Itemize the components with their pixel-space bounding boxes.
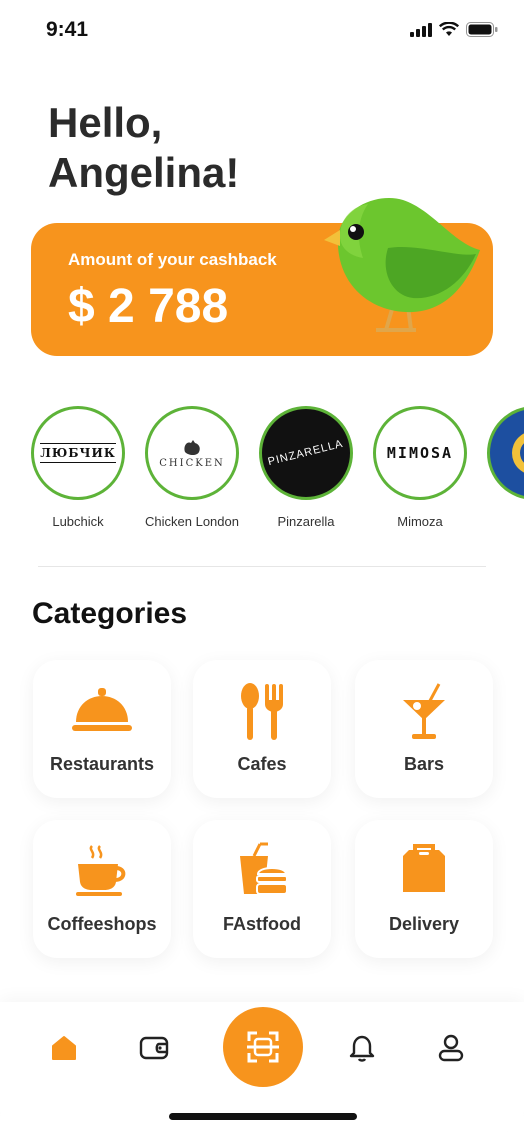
- restaurant-logo: PINZARELLA: [259, 406, 353, 500]
- chicken-icon: [184, 439, 200, 455]
- signal-icon: [410, 22, 432, 37]
- coffee-cup-icon: [76, 845, 126, 896]
- restaurant-item[interactable]: ЛЮБЧИК Lubchick: [30, 406, 135, 529]
- nav-wallet[interactable]: [134, 1028, 174, 1068]
- restaurant-name: Lubchick: [52, 514, 104, 529]
- spoon-fork-icon: [241, 683, 283, 740]
- bag-icon: [403, 844, 445, 892]
- sun-logo-icon: [512, 433, 524, 473]
- category-label: Cafes: [237, 754, 287, 774]
- restaurant-name: H: [477, 514, 524, 529]
- restaurant-item[interactable]: PINZARELLA Pinzarella: [249, 406, 363, 529]
- scan-icon: [247, 1031, 279, 1063]
- greeting-name: Angelina!: [48, 149, 240, 196]
- restaurant-name: Pinzarella: [277, 514, 335, 529]
- category-restaurants[interactable]: Restaurants: [33, 660, 171, 798]
- wifi-icon: [439, 22, 459, 36]
- restaurant-logo: ЛЮБЧИК: [31, 406, 125, 500]
- category-label: FAstfood: [223, 914, 301, 934]
- status-time: 9:41: [46, 18, 89, 41]
- logo-text: CHICKEN: [159, 457, 225, 469]
- home-indicator: [169, 1113, 357, 1120]
- logo-text: ЛЮБЧИК: [40, 443, 116, 463]
- restaurant-logo: MIMOSA: [373, 406, 467, 500]
- greeting: Hello, Angelina!: [48, 98, 239, 198]
- logo-text: MIMOSA: [386, 444, 454, 462]
- battery-icon: [466, 22, 498, 37]
- restaurant-item[interactable]: MIMOSA Mimoza: [363, 406, 477, 529]
- bell-icon: [349, 1035, 375, 1062]
- scan-button[interactable]: [223, 1007, 303, 1087]
- restaurant-item[interactable]: CHICKEN Chicken London: [135, 406, 249, 529]
- greeting-line1: Hello,: [48, 99, 163, 146]
- categories-title: Categories: [32, 597, 188, 630]
- cashback-amount: $ 2 788: [68, 280, 229, 333]
- restaurant-logo: CHICKEN: [145, 406, 239, 500]
- category-label: Delivery: [388, 914, 460, 934]
- restaurant-item[interactable]: H: [477, 406, 524, 529]
- cloche-icon: [72, 688, 132, 731]
- profile-icon: [438, 1034, 464, 1062]
- category-coffeeshops[interactable]: Coffeeshops: [33, 820, 171, 958]
- home-icon: [52, 1036, 76, 1060]
- restaurant-carousel[interactable]: ЛЮБЧИК Lubchick CHICKEN Chicken London P…: [30, 406, 524, 536]
- cashback-label: Amount of your cashback: [68, 250, 277, 269]
- wallet-icon: [139, 1036, 169, 1060]
- status-icons: [410, 22, 498, 37]
- restaurant-name: Mimoza: [397, 514, 443, 529]
- bird-mascot-icon: [324, 197, 480, 332]
- category-cafes[interactable]: Cafes: [193, 660, 331, 798]
- cocktail-icon: [403, 683, 445, 739]
- category-delivery[interactable]: Delivery: [355, 820, 493, 958]
- nav-notifications[interactable]: [342, 1028, 382, 1068]
- nav-profile[interactable]: [431, 1028, 471, 1068]
- category-fastfood[interactable]: FAstfood: [193, 820, 331, 958]
- status-bar: 9:41: [0, 0, 524, 62]
- restaurant-logo: [487, 406, 524, 500]
- app-screen: 9:41 Hello, Angelina! Amount of your cas…: [0, 0, 524, 1132]
- logo-text: PINZARELLA: [267, 437, 345, 469]
- category-label: Restaurants: [49, 754, 155, 774]
- restaurant-name: Chicken London: [145, 514, 239, 529]
- nav-home[interactable]: [44, 1028, 84, 1068]
- category-label: Coffeeshops: [47, 914, 157, 934]
- fastfood-icon: [240, 842, 288, 895]
- category-label: Bars: [403, 754, 445, 774]
- divider: [38, 566, 486, 567]
- category-bars[interactable]: Bars: [355, 660, 493, 798]
